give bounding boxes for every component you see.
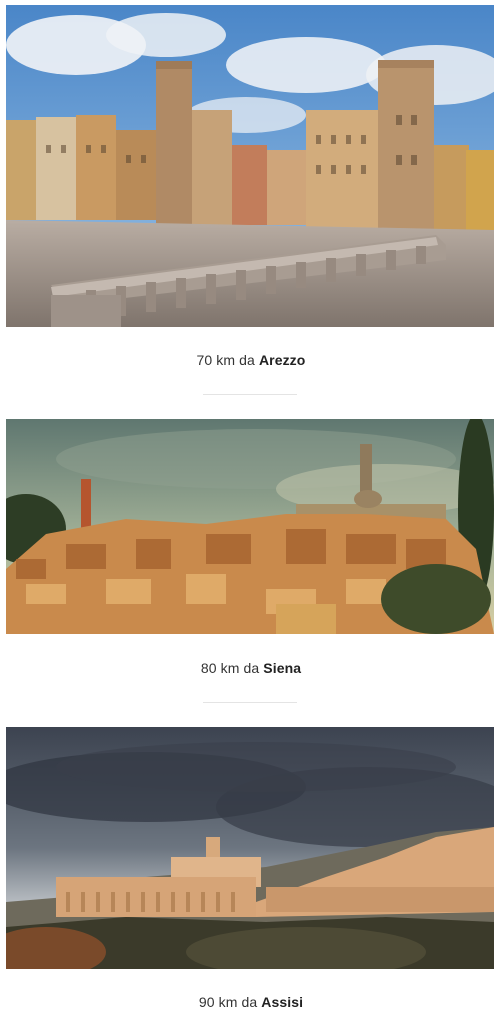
city-name: Siena	[263, 660, 302, 676]
destination-caption-assisi: 90 km da Assisi	[0, 994, 502, 1010]
siena-photo	[6, 419, 494, 634]
city-name: Assisi	[261, 994, 304, 1010]
distance-text: 90 km da	[198, 994, 258, 1010]
destination-caption-siena: 80 km da Siena	[0, 660, 502, 676]
assisi-photo	[6, 727, 494, 969]
arezzo-photo	[6, 5, 494, 327]
distance-text: 80 km da	[200, 660, 260, 676]
city-name: Arezzo	[258, 352, 306, 368]
divider	[203, 394, 297, 395]
distance-text: 70 km da	[196, 352, 255, 368]
divider	[203, 702, 297, 703]
destination-caption-arezzo: 70 km da Arezzo	[0, 352, 502, 368]
